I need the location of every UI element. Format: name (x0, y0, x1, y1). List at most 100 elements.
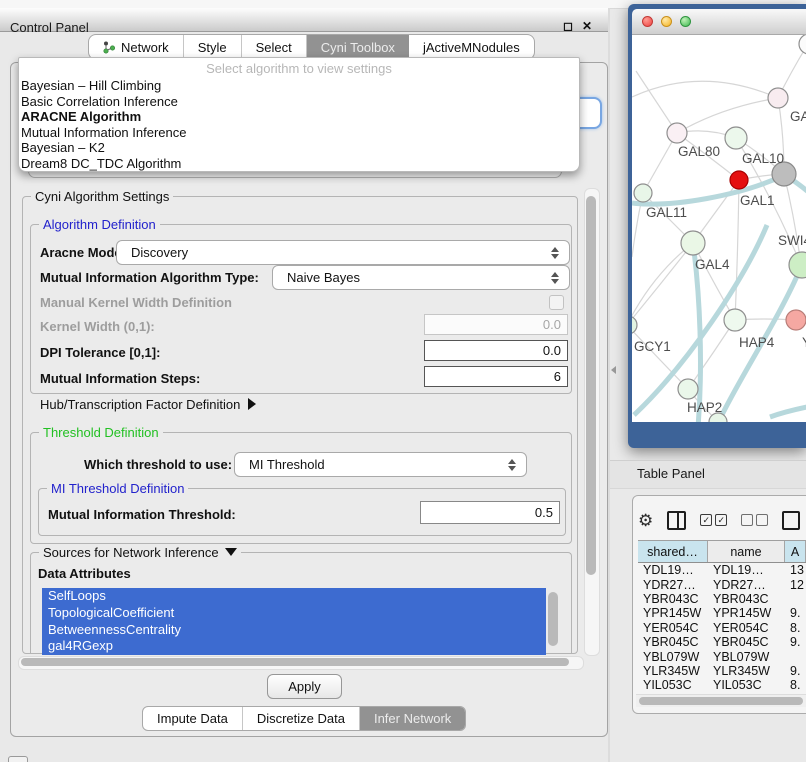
node-gal80[interactable] (667, 123, 687, 143)
float-icon[interactable]: ◻ (563, 19, 573, 33)
list-item[interactable]: TopologicalCoefficient (42, 605, 546, 622)
panel-splitter[interactable] (608, 8, 610, 762)
dropdown-item[interactable]: Bayesian – K2 (19, 140, 579, 156)
network-edge-highlighted[interactable] (770, 406, 806, 417)
network-edge[interactable] (636, 71, 677, 133)
minimize-traffic-light-icon[interactable] (661, 16, 672, 27)
list-item[interactable]: SelfLoops (42, 588, 546, 605)
network-edge[interactable] (632, 81, 778, 98)
network-edge[interactable] (735, 180, 739, 320)
kernel-width-field[interactable]: 0.0 (424, 314, 568, 335)
tab-select[interactable]: Select (242, 35, 307, 59)
tab-jactivemnodules[interactable]: jActiveMNodules (409, 35, 534, 59)
list-scrollbar-thumb[interactable] (548, 592, 558, 646)
node-gal4[interactable] (681, 231, 705, 255)
which-threshold-label: Which threshold to use: (84, 457, 232, 472)
network-edge[interactable] (632, 243, 693, 325)
close-traffic-light-icon[interactable] (642, 16, 653, 27)
node-swi4[interactable] (789, 252, 806, 278)
node-hap2[interactable] (678, 379, 698, 399)
bottom-tabs: Impute Data Discretize Data Infer Networ… (142, 706, 466, 731)
kernel-width-label: Kernel Width (0,1): (40, 319, 155, 334)
node-label: GAL4 (695, 257, 730, 272)
control-panel-titlebar: Control Panel ◻ ✕ (0, 8, 608, 32)
manual-kernel-width-checkbox[interactable] (549, 295, 564, 310)
node-label: Y (802, 335, 806, 350)
table-row[interactable]: YDL19…YDL19…13 (638, 563, 806, 577)
network-icon (103, 41, 115, 54)
tab-network[interactable]: Network (89, 35, 184, 59)
node-gal11[interactable] (634, 184, 652, 202)
dropdown-item[interactable]: Basic Correlation Inference (19, 94, 579, 110)
sources-group-title: Sources for Network Inference (39, 545, 241, 560)
dropdown-item[interactable]: ARACNE Algorithm (19, 109, 579, 125)
table-row[interactable]: YBR043CYBR043C (638, 592, 806, 606)
deselect-all-checkboxes-icon[interactable] (741, 514, 768, 526)
network-edge[interactable] (677, 98, 778, 133)
splitter-collapse-icon[interactable] (611, 366, 616, 374)
table-header-cell[interactable]: shared… (638, 541, 708, 562)
table-row[interactable]: YBR045CYBR045C9. (638, 635, 806, 649)
node-hap4[interactable] (724, 309, 746, 331)
node-gcy1[interactable] (632, 316, 637, 334)
dropdown-item[interactable]: Mutual Information Inference (19, 125, 579, 141)
node-table[interactable]: shared…nameAYDL19…YDL19…13YDR27…YDR27…12… (638, 540, 806, 691)
table-header-cell[interactable]: name (708, 541, 785, 562)
node-gal1[interactable] (730, 171, 748, 189)
tab-discretize-data[interactable]: Discretize Data (243, 707, 360, 730)
table-cell: YPR145W (708, 606, 785, 620)
which-threshold-value: MI Threshold (235, 457, 502, 472)
node-label: GAL80 (678, 144, 720, 159)
table-row[interactable]: YIL053CYIL053C8. (638, 678, 806, 691)
aracne-mode-combobox[interactable]: Discovery (116, 240, 570, 265)
apply-button[interactable]: Apply (267, 674, 342, 699)
table-cell: 8. (785, 621, 806, 635)
list-item[interactable]: BetweennessCentrality (42, 622, 546, 639)
dpi-tolerance-field[interactable]: 0.0 (424, 340, 568, 361)
node-label: GAL1 (740, 193, 775, 208)
table-hscrollbar-track[interactable] (636, 694, 806, 707)
which-threshold-combobox[interactable]: MI Threshold (234, 452, 527, 477)
zoom-traffic-light-icon[interactable] (680, 16, 691, 27)
cyni-algorithm-settings-title: Cyni Algorithm Settings (31, 189, 173, 204)
network-canvas[interactable]: GALGAL80GAL10GAL1GAL11SWI4GAL4GCY1HAP4YH… (632, 35, 806, 422)
aracne-mode-value: Discovery (117, 245, 545, 260)
data-attributes-list[interactable]: SelfLoopsTopologicalCoefficientBetweenne… (42, 588, 546, 655)
close-icon[interactable]: ✕ (582, 19, 592, 33)
list-item[interactable]: gal4RGexp (42, 638, 546, 655)
hub-definition-toggle[interactable]: Hub/Transcription Factor Definition (40, 397, 256, 412)
tab-cyni-toolbox[interactable]: Cyni Toolbox (307, 35, 409, 59)
table-cell: 12 (785, 578, 806, 592)
table-row[interactable]: YBL079WYBL079W (638, 649, 806, 663)
table-row[interactable]: YLR345WYLR345W9. (638, 664, 806, 678)
select-all-checkboxes-icon[interactable]: ✓✓ (700, 514, 727, 526)
network-edge[interactable] (784, 174, 801, 265)
threshold-definition-title: Threshold Definition (39, 425, 163, 440)
table-header-cell[interactable]: A (785, 541, 806, 562)
settings-hscrollbar-thumb[interactable] (21, 658, 569, 666)
network-edge[interactable] (632, 325, 688, 389)
table-hscrollbar-thumb[interactable] (639, 697, 803, 705)
table-row[interactable]: YDR27…YDR27…12 (638, 577, 806, 591)
table-cell: YPR145W (638, 606, 708, 620)
tab-style[interactable]: Style (184, 35, 242, 59)
mi-algorithm-type-combobox[interactable]: Naive Bayes (272, 265, 570, 290)
node-gal10[interactable] (725, 127, 747, 149)
dropdown-item[interactable]: Bayesian – Hill Climbing (19, 78, 579, 94)
mi-steps-field[interactable]: 6 (424, 366, 568, 387)
table-row[interactable]: YER054CYER054C8. (638, 621, 806, 635)
mi-threshold-field[interactable]: 0.5 (420, 501, 560, 524)
columns-icon[interactable] (667, 511, 686, 530)
node-unlabeled-top[interactable] (799, 35, 806, 54)
partial-toolbar-icon[interactable] (782, 511, 800, 530)
bottom-left-partial-icon[interactable] (8, 756, 28, 762)
settings-vscrollbar-thumb[interactable] (586, 196, 596, 575)
node-pink-right[interactable] (786, 310, 806, 330)
gear-icon[interactable]: ⚙ (638, 512, 653, 529)
dropdown-item[interactable]: Dream8 DC_TDC Algorithm (19, 156, 579, 172)
tab-infer-network[interactable]: Infer Network (360, 707, 465, 730)
node-gal-partial[interactable] (768, 88, 788, 108)
table-row[interactable]: YPR145WYPR145W9. (638, 606, 806, 620)
network-edge[interactable] (688, 320, 735, 389)
tab-impute-data[interactable]: Impute Data (143, 707, 243, 730)
